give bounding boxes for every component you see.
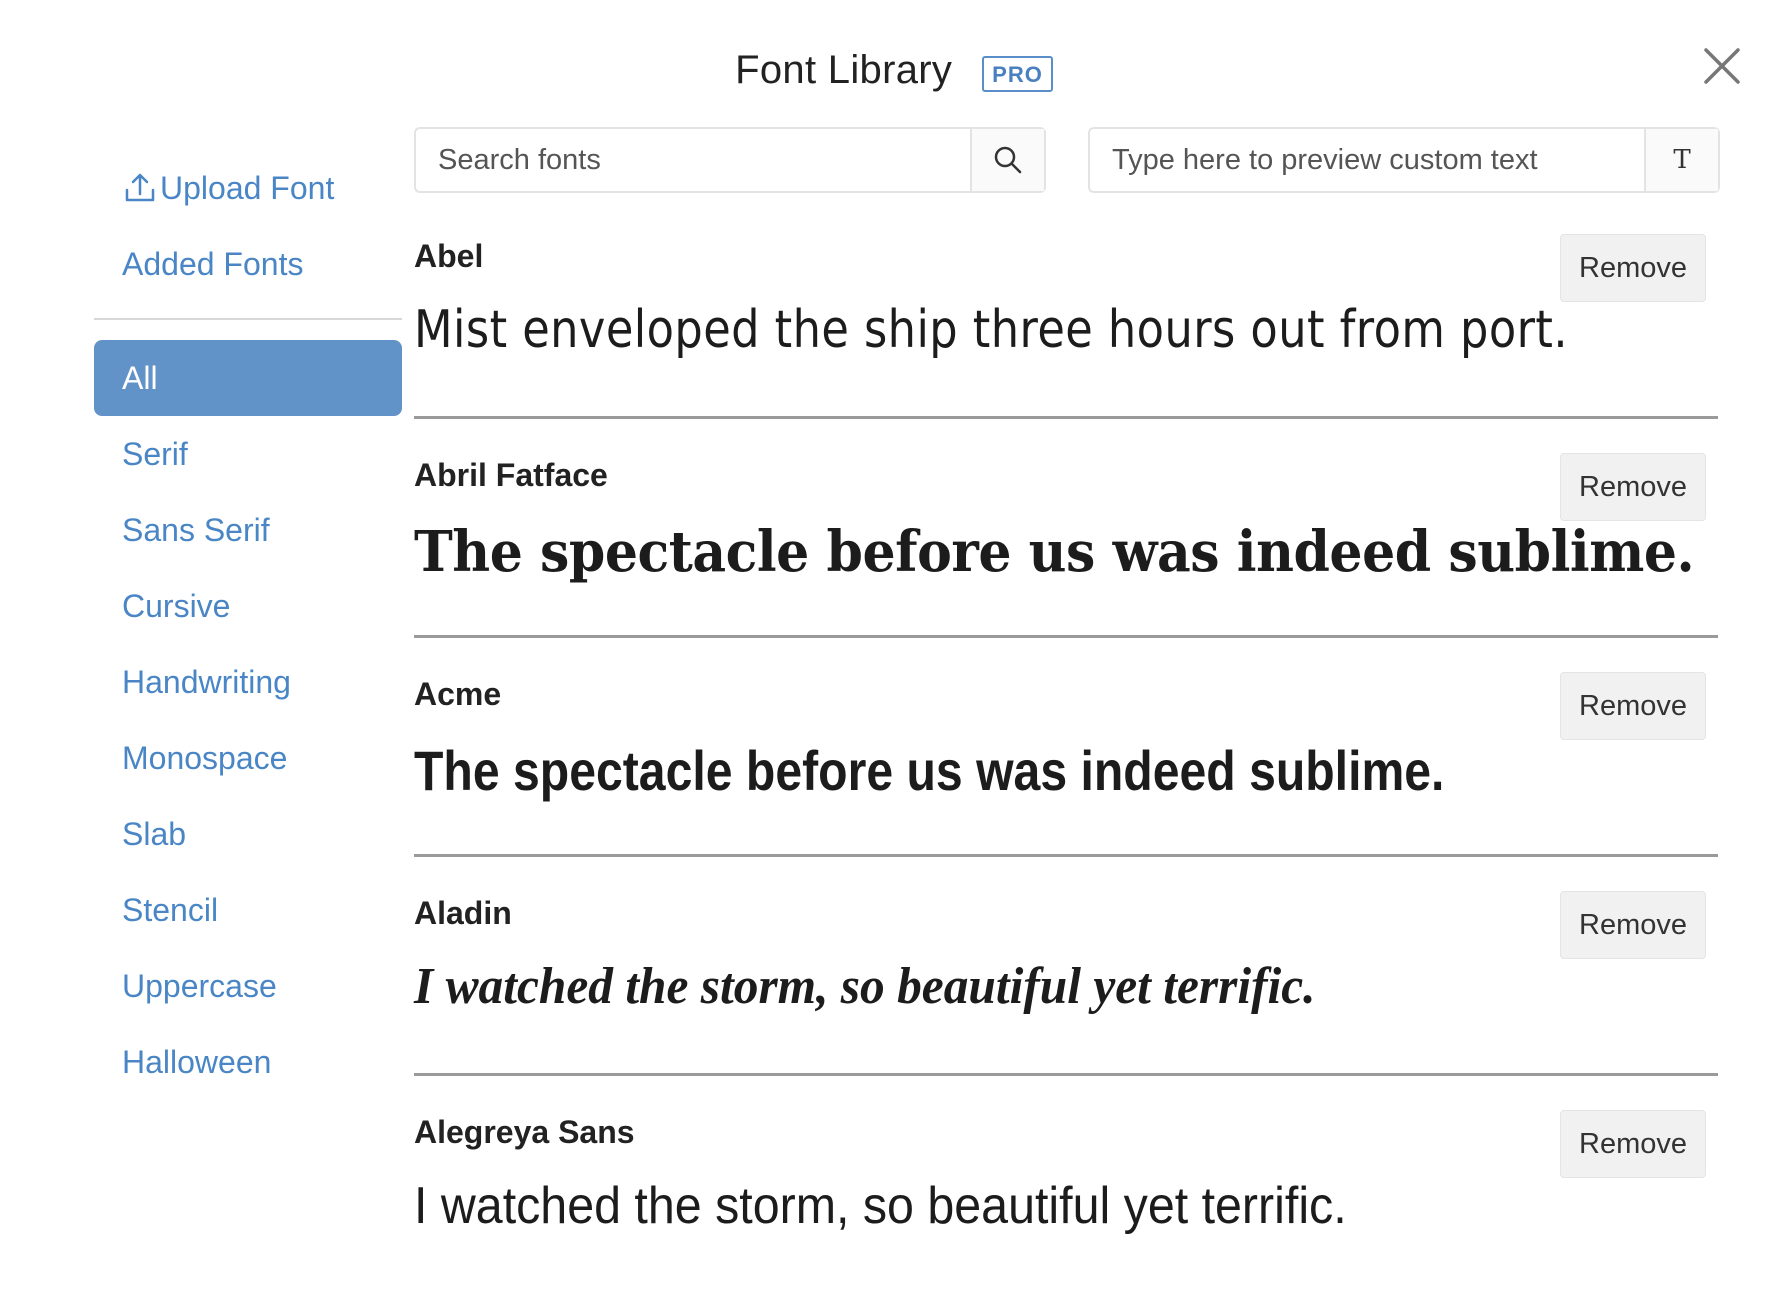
upload-font-link[interactable]: Upload Font [94, 150, 402, 226]
font-list: Abel Remove Mist enveloped the ship thre… [414, 230, 1718, 1292]
remove-button-alegreya-sans[interactable]: Remove [1560, 1110, 1706, 1178]
remove-button-abel[interactable]: Remove [1560, 234, 1706, 302]
remove-button-aladin[interactable]: Remove [1560, 891, 1706, 959]
category-monospace[interactable]: Monospace [94, 720, 402, 796]
font-row-abril-fatface: Abril Fatface Remove The spectacle befor… [414, 449, 1718, 638]
search-box [414, 127, 1046, 193]
font-name: Alegreya Sans [414, 1114, 635, 1150]
dialog-title: Font Library [735, 47, 953, 92]
search-icon [994, 146, 1022, 174]
category-halloween[interactable]: Halloween [94, 1024, 402, 1100]
search-input[interactable] [416, 129, 970, 191]
font-name: Aladin [414, 895, 512, 931]
preview-text-button[interactable]: T [1644, 129, 1718, 191]
remove-button-abril-fatface[interactable]: Remove [1560, 453, 1706, 521]
category-all[interactable]: All [94, 340, 402, 416]
font-preview: The spectacle before us was indeed subli… [414, 739, 1445, 802]
category-cursive[interactable]: Cursive [94, 568, 402, 644]
font-preview: Mist enveloped the ship three hours out … [414, 300, 1569, 360]
font-preview: I watched the storm, so beautiful yet te… [414, 1177, 1347, 1235]
category-stencil[interactable]: Stencil [94, 872, 402, 948]
remove-button-acme[interactable]: Remove [1560, 672, 1706, 740]
category-uppercase[interactable]: Uppercase [94, 948, 402, 1024]
category-list: All Serif Sans Serif Cursive Handwriting… [94, 340, 402, 1100]
font-preview: The spectacle before us was indeed subli… [414, 519, 1695, 585]
preview-text-box: T [1088, 127, 1720, 193]
text-t-icon: T [1673, 145, 1691, 175]
dialog-header: Font Library PRO [0, 40, 1788, 100]
search-button[interactable] [970, 129, 1044, 191]
category-slab[interactable]: Slab [94, 796, 402, 872]
font-row-abel: Abel Remove Mist enveloped the ship thre… [414, 230, 1718, 419]
font-row-alegreya-sans: Alegreya Sans Remove I watched the storm… [414, 1106, 1718, 1292]
close-icon [1704, 48, 1740, 84]
upload-font-label: Upload Font [160, 169, 335, 206]
added-fonts-link[interactable]: Added Fonts [94, 226, 402, 302]
pro-badge: PRO [982, 56, 1053, 92]
upload-icon [122, 170, 158, 206]
font-name: Abel [414, 238, 484, 274]
font-name: Acme [414, 676, 502, 712]
font-preview: I watched the storm, so beautiful yet te… [414, 958, 1316, 1015]
font-row-aladin: Aladin Remove I watched the storm, so be… [414, 887, 1718, 1076]
close-button[interactable] [1700, 44, 1744, 88]
sidebar-divider [94, 318, 402, 320]
category-handwriting[interactable]: Handwriting [94, 644, 402, 720]
sidebar: Upload Font Added Fonts All Serif Sans S… [94, 150, 402, 1100]
category-sans-serif[interactable]: Sans Serif [94, 492, 402, 568]
font-row-acme: Acme Remove The spectacle before us was … [414, 668, 1718, 857]
preview-text-input[interactable] [1090, 129, 1644, 191]
category-serif[interactable]: Serif [94, 416, 402, 492]
font-name: Abril Fatface [414, 457, 608, 493]
